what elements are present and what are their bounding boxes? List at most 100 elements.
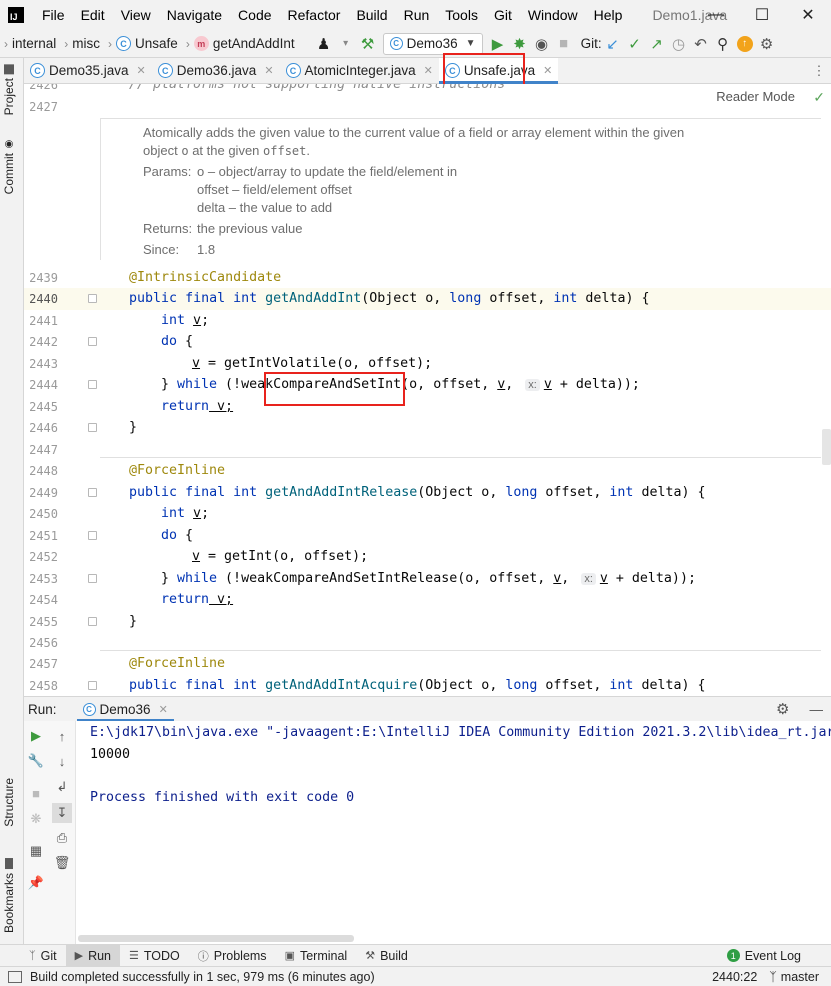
fold-marker-icon[interactable] [88,681,97,690]
menu-git[interactable]: Git [486,7,520,23]
fold-marker-icon[interactable] [88,337,97,346]
code-line: 2444 } while (!weakCompareAndSetInt(o, o… [29,377,640,393]
project-panel-button[interactable]: Project [2,64,16,115]
fold-marker-icon[interactable] [88,574,97,583]
run-console[interactable]: ▶ ↑ 🔧 ↓ ↲ ■ ↧ ❋ ⎙ ▦ 🗑 📌 E:\jdk17\bin\jav… [24,721,831,944]
menu-tools[interactable]: Tools [437,7,486,23]
tool-tab-git[interactable]: ᛉ Git [20,945,66,967]
more-tabs-icon[interactable]: ⋮ [807,58,831,83]
run-icon[interactable]: ▶ [487,33,509,55]
arrow-down-icon[interactable]: ↓ [52,751,72,771]
dump-threads-icon[interactable]: ❋ [26,809,46,829]
tool-tab-build[interactable]: ⚒ Build [356,945,417,967]
left-tool-strip: Project Commit ◉ Structure Bookmarks [0,58,24,944]
run-label: Run: [28,701,57,717]
toggle-tool-windows-icon[interactable] [8,970,22,983]
minimize-icon[interactable]: — [693,0,739,30]
tab-atomicinteger[interactable]: C AtomicInteger.java ✕ [280,58,439,83]
reader-mode-toggle[interactable]: Reader Mode [716,89,795,104]
build-hammer-icon[interactable]: ⚒ [357,33,379,55]
console-horizontal-scrollbar[interactable] [78,935,354,942]
wrench-icon[interactable]: 🔧 [26,751,46,771]
close-icon[interactable]: ✕ [543,64,552,77]
code-line: 2457 @ForceInline [29,656,226,672]
history-icon[interactable]: ◷ [668,33,690,55]
code-line: 2449 public final int getAndAddIntReleas… [29,485,706,501]
tab-demo35[interactable]: C Demo35.java ✕ [24,58,152,83]
run-config-select[interactable]: C Demo36 ▼ [382,32,483,55]
structure-panel-button[interactable]: Structure [2,778,16,827]
breadcrumb-misc[interactable]: misc [72,36,100,51]
menu-file[interactable]: File [34,7,73,23]
debug-icon[interactable]: ✸ [509,33,531,55]
menu-help[interactable]: Help [586,7,631,23]
tool-tab-todo[interactable]: ☰ TODO [120,945,189,967]
gear-icon[interactable]: ⚙ [776,700,789,718]
fold-marker-icon[interactable] [88,423,97,432]
git-branch[interactable]: master [781,970,819,984]
settings-icon[interactable]: ⚙ [756,33,778,55]
info-icon: ⓘ [197,950,209,963]
class-icon: C [82,702,96,716]
soft-wrap-icon[interactable]: ↲ [52,777,72,797]
tab-demo36[interactable]: C Demo36.java ✕ [152,58,280,83]
menu-edit[interactable]: Edit [73,7,113,23]
menu-run[interactable]: Run [396,7,438,23]
code-editor[interactable]: 2426 // platforms not supporting native … [24,84,831,696]
menu-navigate[interactable]: Navigate [159,7,230,23]
fold-marker-icon[interactable] [88,617,97,626]
arrow-up-icon[interactable]: ↑ [52,726,72,746]
git-update-icon[interactable]: ↙ [602,33,624,55]
code-line: 2450 int v; [29,506,210,522]
hide-icon[interactable]: — [810,702,824,717]
breadcrumb-unsafe-label: Unsafe [135,36,178,51]
check-icon: ✓ [813,89,825,105]
fold-marker-icon[interactable] [88,380,97,389]
stop-icon[interactable]: ■ [553,33,575,55]
breadcrumb-internal[interactable]: internal [12,36,56,51]
menu-build[interactable]: Build [348,7,395,23]
dropdown-icon[interactable]: ▾ [335,33,357,55]
git-push-icon[interactable]: ↗ [646,33,668,55]
scroll-to-end-icon[interactable]: ↧ [52,803,72,823]
bookmarks-panel-button[interactable]: Bookmarks [2,858,16,933]
editor-scrollbar[interactable] [822,429,831,465]
fold-marker-icon[interactable] [88,531,97,540]
menu-code[interactable]: Code [230,7,279,23]
coverage-icon[interactable]: ◉ [531,33,553,55]
run-tab-demo36[interactable]: C Demo36 ✕ [76,697,175,722]
code-line-current: 2440 public final int getAndAddInt(Objec… [24,288,831,310]
maximize-icon[interactable]: ☐ [739,0,785,30]
layout-icon[interactable]: ▦ [26,841,46,861]
trash-icon[interactable]: 🗑 [52,853,72,873]
tool-tab-terminal[interactable]: ▣ Terminal [276,945,357,967]
close-icon[interactable]: ✕ [159,703,168,716]
commit-panel-button[interactable]: Commit ◉ [2,138,16,194]
close-icon[interactable]: ✕ [264,64,273,77]
user-icon[interactable]: ♟ [313,33,335,55]
menu-view[interactable]: View [113,7,159,23]
breadcrumb-method[interactable]: m getAndAddInt [193,36,295,51]
close-icon[interactable]: ✕ [137,64,146,77]
menu-window[interactable]: Window [520,7,586,23]
stop-icon[interactable]: ■ [26,783,46,803]
breadcrumb-unsafe[interactable]: C Unsafe [116,36,178,51]
menu-refactor[interactable]: Refactor [280,7,349,23]
rerun-icon[interactable]: ▶ [26,726,46,746]
caret-position[interactable]: 2440:22 [712,970,757,984]
tool-tab-label: Problems [213,948,267,963]
fold-marker-icon[interactable] [88,294,97,303]
pin-icon[interactable]: 📌 [26,873,46,893]
tool-tab-run[interactable]: ▶ Run [65,944,120,967]
event-log-button[interactable]: 1 Event Log [726,949,801,963]
close-window-icon[interactable]: ✕ [785,0,831,30]
updates-icon[interactable]: ↑ [734,33,756,55]
run-config-label: Demo36 [406,36,458,51]
fold-marker-icon[interactable] [88,488,97,497]
search-icon[interactable]: ⚲ [712,33,734,55]
rollback-icon[interactable]: ↶ [690,33,712,55]
tool-tab-problems[interactable]: ⓘ Problems [189,945,276,967]
print-icon[interactable]: ⎙ [52,828,72,848]
close-icon[interactable]: ✕ [424,64,433,77]
git-commit-icon[interactable]: ✓ [624,33,646,55]
